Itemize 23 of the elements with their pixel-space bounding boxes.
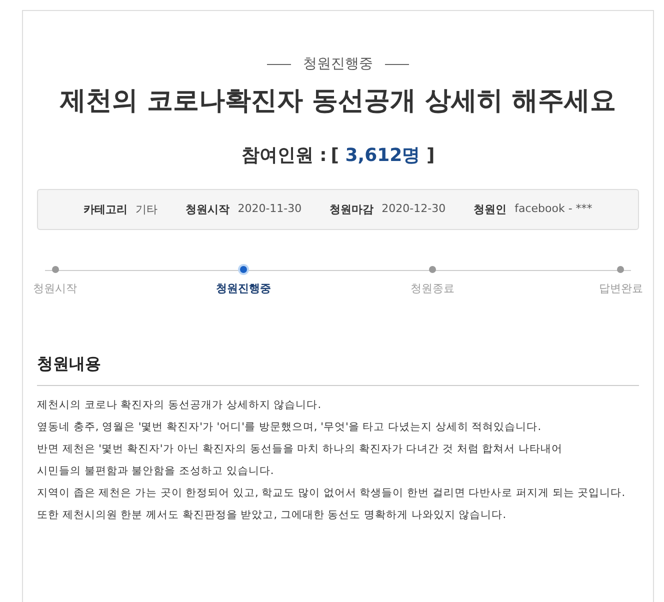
step-label: 청원종료 — [410, 281, 454, 296]
info-value: 2020-11-30 — [238, 202, 302, 217]
info-label: 청원마감 — [330, 202, 374, 217]
participants-label: 참여인원 : — [241, 145, 327, 166]
info-label: 카테고리 — [84, 202, 128, 217]
content-line: 제천시의 코로나 확진자의 동선공개가 상세하지 않습니다. — [37, 398, 322, 413]
step-label: 청원진행중 — [216, 281, 272, 296]
info-label: 청원인 — [474, 202, 507, 217]
step-label: 청원시작 — [33, 281, 77, 296]
info-value: facebook - *** — [514, 202, 592, 217]
section-heading: 청원내용 — [37, 354, 639, 386]
content-line: 또한 제천시의원 한분 께서도 확진판정을 받았고, 그에대한 동선도 명확하게 나와있지 않습니다. — [37, 508, 508, 523]
info-label: 청원시작 — [186, 202, 230, 217]
info-value: 2020-12-30 — [382, 202, 446, 217]
status-label: 청원진행중 — [303, 55, 373, 73]
petition-title: 제천의 코로나확진자 동선공개 상세히 해주세요 — [58, 85, 618, 118]
content-line: 시민들의 불편함과 불안함을 조성하고 있습니다. — [37, 464, 275, 479]
content-line: 옆동네 충주, 영월은 '몇번 확진자'가 '어디'를 방문했으며, '무엇'을 타고 다녔는지 상세히 적혀있습니다. — [37, 420, 542, 435]
info-value: 기타 — [136, 202, 158, 217]
content-line: 지역이 좁은 제천은 가는 곳이 한정되어 있고, 학교도 많이 없어서 학생들이 한번 걸리면 다반사로 퍼지게 되는 곳입니다. — [37, 486, 626, 501]
content-line: 반면 제천은 '몇번 확진자'가 아닌 확진자의 동선들을 마치 하나의 확진자가 다녀간 것 처럼 합쳐서 나타내어 — [37, 442, 564, 457]
step-label: 답변완료 — [598, 281, 643, 296]
participants-count: [ 3,612명 ] — [330, 145, 435, 166]
